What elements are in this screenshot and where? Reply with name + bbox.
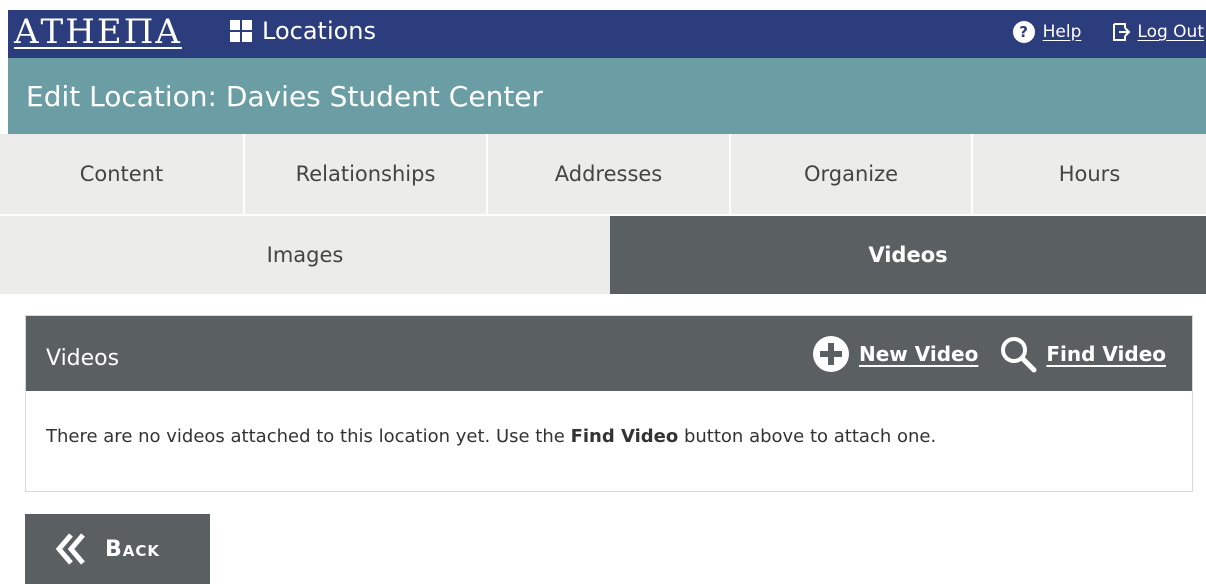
message-text-end: button above to attach one. — [678, 426, 937, 447]
panel-header: Videos New Video Find Video — [26, 316, 1192, 391]
double-chevron-left-icon — [55, 533, 85, 565]
find-video-button[interactable]: Find Video — [998, 334, 1166, 374]
panel-actions: New Video Find Video — [793, 332, 1166, 376]
new-video-label: New Video — [859, 342, 979, 366]
nav-locations[interactable]: Locations — [230, 10, 376, 52]
grid-icon — [230, 20, 252, 42]
logo-text: ΑΤΗΕΠΑ — [14, 12, 182, 52]
tab-videos[interactable]: Videos — [610, 216, 1206, 294]
nav-locations-label: Locations — [262, 17, 377, 45]
header-actions: ? Help Log Out — [983, 16, 1204, 48]
tab-addresses[interactable]: Addresses — [488, 134, 731, 214]
message-text-bold: Find Video — [570, 426, 679, 447]
tab-hours[interactable]: Hours — [973, 134, 1206, 214]
panel-title: Videos — [46, 345, 120, 371]
app-header: ΑΤΗΕΠΑ Locations ? Help Log Out — [8, 10, 1206, 58]
tabs-row-secondary: Images Videos — [0, 216, 1206, 294]
title-bar: Edit Location: Davies Student Center — [8, 58, 1206, 134]
page-title: Edit Location: Davies Student Center — [26, 79, 544, 113]
new-video-button[interactable]: New Video — [813, 336, 978, 372]
find-video-label: Find Video — [1046, 342, 1166, 366]
help-link[interactable]: ? Help — [1012, 21, 1082, 43]
tab-relationships[interactable]: Relationships — [245, 134, 488, 214]
tab-content[interactable]: Content — [0, 134, 245, 214]
empty-state-message: There are no videos attached to this loc… — [26, 391, 966, 450]
app-logo[interactable]: ΑΤΗΕΠΑ — [14, 12, 182, 52]
tab-organize[interactable]: Organize — [731, 134, 973, 214]
message-text-start: There are no videos attached to this loc… — [46, 426, 571, 447]
logout-label: Log Out — [1137, 22, 1204, 42]
back-button[interactable]: Back — [25, 514, 210, 584]
tabs-row-primary: Content Relationships Addresses Organize… — [0, 134, 1206, 214]
videos-panel: Videos New Video Find Video There are no… — [25, 315, 1193, 492]
help-icon: ? — [1012, 21, 1035, 43]
search-icon — [1001, 337, 1037, 373]
plus-circle-icon — [813, 336, 849, 372]
logout-link[interactable]: Log Out — [1111, 22, 1204, 42]
tab-images[interactable]: Images — [0, 216, 610, 294]
logout-icon — [1113, 23, 1131, 41]
help-label: Help — [1042, 22, 1082, 42]
back-label: Back — [105, 536, 161, 562]
